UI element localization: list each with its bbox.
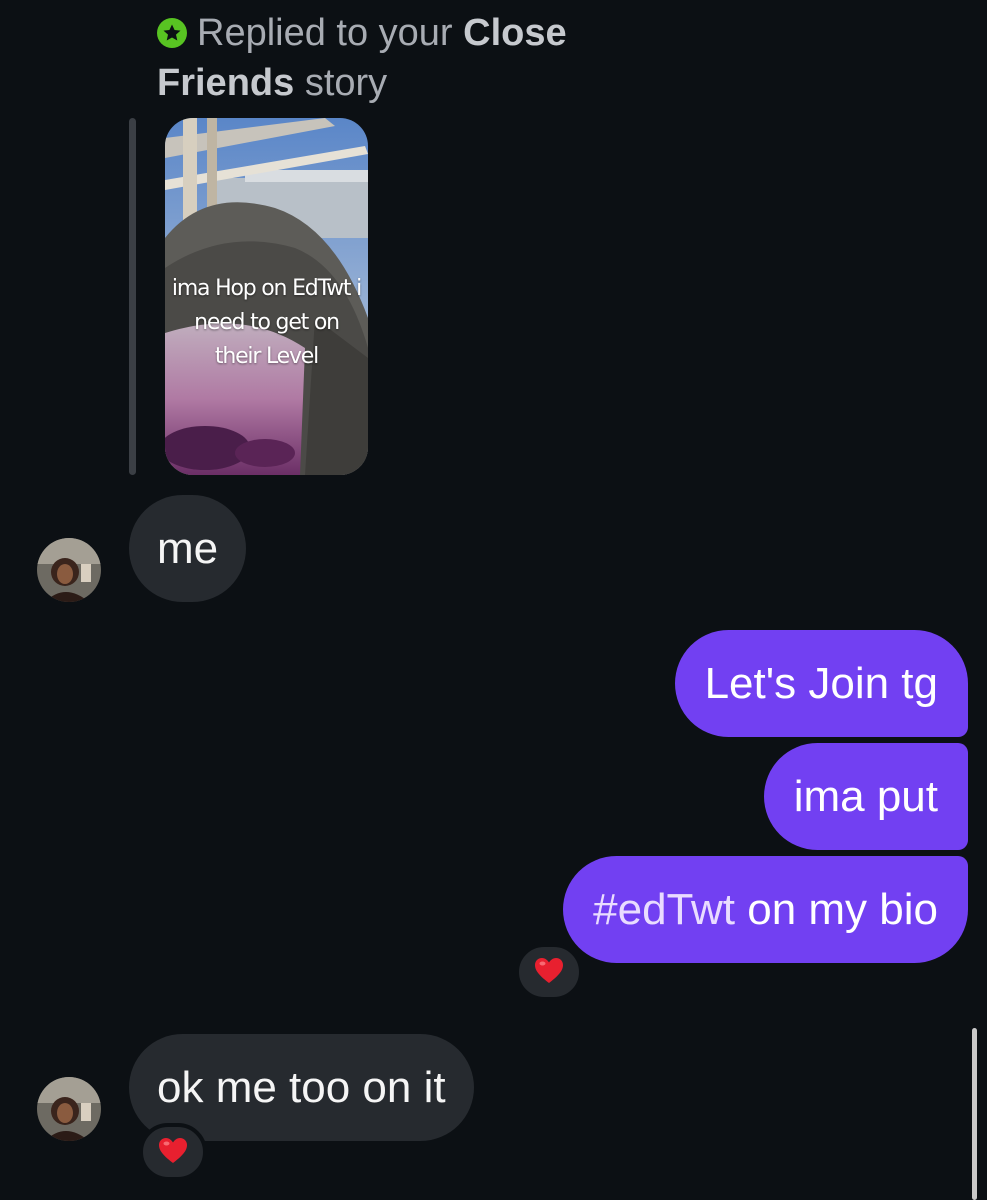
scrollbar[interactable] <box>972 1028 977 1200</box>
reply-close: Close <box>463 12 567 54</box>
avatar-photo <box>37 538 101 602</box>
story-caption: ima Hop on EdTwt i need to get on their … <box>171 276 362 369</box>
message-text: on my bio <box>735 885 938 934</box>
sender-avatar[interactable] <box>37 1077 101 1141</box>
message-bubble-received[interactable]: me <box>129 495 247 602</box>
reply-suffix: story <box>304 62 388 104</box>
sender-avatar[interactable] <box>37 538 101 602</box>
reply-prefix: Replied to your <box>197 12 453 54</box>
message-text: ok me too on it <box>157 1063 446 1112</box>
hashtag-link[interactable]: #edTwt <box>593 885 735 934</box>
avatar-photo <box>37 1077 101 1141</box>
message-text: me <box>157 524 219 573</box>
message-text: Let's Join tg <box>704 659 938 708</box>
heart-reaction[interactable] <box>139 1123 207 1181</box>
quote-bar <box>129 118 136 475</box>
message-bubble-sent[interactable]: #edTwt on my bio <box>563 856 968 963</box>
story-thumbnail[interactable]: ima Hop on EdTwt i need to get on their … <box>165 118 368 475</box>
message-bubble-sent[interactable]: ima put <box>763 743 968 850</box>
message-bubble-sent[interactable]: Let's Join tg <box>674 630 968 737</box>
red-heart-icon <box>159 1138 187 1164</box>
reply-context-header: Replied to your Close Friends story <box>157 8 637 108</box>
heart-reaction[interactable] <box>515 943 583 1001</box>
close-friends-star-icon <box>157 18 187 48</box>
red-heart-icon <box>535 958 563 984</box>
message-text: ima put <box>793 772 938 821</box>
reply-friends: Friends <box>157 62 295 104</box>
